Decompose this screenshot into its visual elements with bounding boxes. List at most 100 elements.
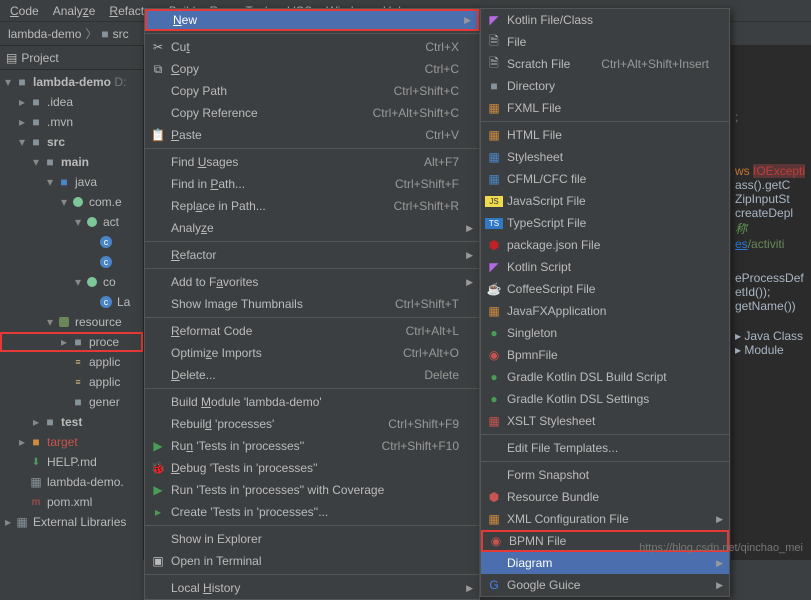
tree-cls1[interactable]: c xyxy=(0,232,143,252)
menu-copy-path[interactable]: Copy PathCtrl+Shift+C xyxy=(145,80,479,102)
new-gradle-kotlin-settings[interactable]: ●Gradle Kotlin DSL Settings xyxy=(481,388,729,410)
tree-mvn[interactable]: ▸■.mvn xyxy=(0,112,143,132)
new-stylesheet[interactable]: ▦Stylesheet xyxy=(481,146,729,168)
tree-test[interactable]: ▸■test xyxy=(0,412,143,432)
new-singleton[interactable]: ●Singleton xyxy=(481,322,729,344)
new-form-snapshot[interactable]: Form Snapshot xyxy=(481,464,729,486)
menu-rebuild[interactable]: Rebuild 'processes'Ctrl+Shift+F9 xyxy=(145,413,479,435)
new-pkgjson[interactable]: ⬢package.json File xyxy=(481,234,729,256)
npm-icon: ⬢ xyxy=(485,238,503,252)
css-icon: ▦ xyxy=(485,150,503,164)
new-js[interactable]: JSJavaScript File xyxy=(481,190,729,212)
breadcrumb-item[interactable]: src xyxy=(113,27,129,41)
new-kotlin-class[interactable]: ◤Kotlin File/Class xyxy=(481,9,729,31)
menu-optimize-imports[interactable]: Optimize ImportsCtrl+Alt+O xyxy=(145,342,479,364)
tree-proce[interactable]: ▸■proce xyxy=(0,332,143,352)
new-file[interactable]: 🗎File xyxy=(481,31,729,53)
menu-analyze[interactable]: Analyze xyxy=(47,2,102,20)
new-javafx[interactable]: ▦JavaFXApplication xyxy=(481,300,729,322)
menu-analyze[interactable]: Analyze▶ xyxy=(145,217,479,239)
new-bpmn[interactable]: ◉BpmnFile xyxy=(481,344,729,366)
breadcrumb-root[interactable]: lambda-demo xyxy=(8,27,81,41)
menu-show-thumbnails[interactable]: Show Image ThumbnailsCtrl+Shift+T xyxy=(145,293,479,315)
tree-iml[interactable]: ▦lambda-demo. xyxy=(0,472,143,492)
menu-find-in-path[interactable]: Find in Path...Ctrl+Shift+F xyxy=(145,173,479,195)
project-icon: ▤ xyxy=(6,51,17,65)
new-xml-config[interactable]: ▦XML Configuration File▶ xyxy=(481,508,729,530)
new-submenu: ◤Kotlin File/Class 🗎File 🗎Scratch FileCt… xyxy=(480,8,730,597)
kotlin-icon: ◤ xyxy=(485,260,503,274)
coffee-icon: ☕ xyxy=(485,282,503,296)
menu-open-terminal[interactable]: ▣Open in Terminal xyxy=(145,550,479,572)
singleton-icon: ● xyxy=(485,326,503,340)
new-fxml[interactable]: ▦FXML File xyxy=(481,97,729,119)
project-sidebar: ▤ Project ▾■lambda-demo D: ▸■.idea ▸■.mv… xyxy=(0,46,144,560)
new-html[interactable]: ▦HTML File xyxy=(481,124,729,146)
new-diagram[interactable]: Diagram▶ xyxy=(481,552,729,574)
context-menu: New▶ ✂CutCtrl+X ⧉CopyCtrl+C Copy PathCtr… xyxy=(144,8,480,600)
tree-extlib[interactable]: ▸▦External Libraries xyxy=(0,512,143,532)
menu-local-history[interactable]: Local History▶ xyxy=(145,577,479,599)
menu-cut[interactable]: ✂CutCtrl+X xyxy=(145,36,479,58)
cfml-icon: ▦ xyxy=(485,172,503,186)
menu-debug-tests[interactable]: 🐞Debug 'Tests in 'processes'' xyxy=(145,457,479,479)
watermark: https://blog.csdn.net/qinchao_mei xyxy=(639,542,803,554)
tree-java[interactable]: ▾■java xyxy=(0,172,143,192)
new-coffee[interactable]: ☕CoffeeScript File xyxy=(481,278,729,300)
menu-refactor[interactable]: Refactor▶ xyxy=(145,244,479,266)
menu-build-module[interactable]: Build Module 'lambda-demo' xyxy=(145,391,479,413)
menu-create-tests[interactable]: ▸Create 'Tests in 'processes''... xyxy=(145,501,479,523)
new-xslt[interactable]: ▦XSLT Stylesheet xyxy=(481,410,729,432)
new-cfml[interactable]: ▦CFML/CFC file xyxy=(481,168,729,190)
new-scratch[interactable]: 🗎Scratch FileCtrl+Alt+Shift+Insert xyxy=(481,53,729,75)
tree-applic2[interactable]: ≡applic xyxy=(0,372,143,392)
tree-help[interactable]: ⬇HELP.md xyxy=(0,452,143,472)
tree-cls2[interactable]: c xyxy=(0,252,143,272)
menu-delete[interactable]: Delete...Delete xyxy=(145,364,479,386)
folder-icon: ■ xyxy=(485,79,503,93)
paste-icon: 📋 xyxy=(149,128,167,142)
new-directory[interactable]: ■Directory xyxy=(481,75,729,97)
menu-find-usages[interactable]: Find UsagesAlt+F7 xyxy=(145,151,479,173)
tree-la[interactable]: cLa xyxy=(0,292,143,312)
fxml-icon: ▦ xyxy=(485,101,503,115)
file-icon: 🗎 xyxy=(485,32,503,53)
tree-applic1[interactable]: ≡applic xyxy=(0,352,143,372)
menu-run-coverage[interactable]: ▶Run 'Tests in 'processes'' with Coverag… xyxy=(145,479,479,501)
tree-pkg[interactable]: ▾com.e xyxy=(0,192,143,212)
menu-copy-reference[interactable]: Copy ReferenceCtrl+Alt+Shift+C xyxy=(145,102,479,124)
html-icon: ▦ xyxy=(485,128,503,142)
menu-copy[interactable]: ⧉CopyCtrl+C xyxy=(145,58,479,80)
tree-gener[interactable]: ■gener xyxy=(0,392,143,412)
menu-new[interactable]: New▶ xyxy=(145,9,479,31)
menu-run-tests[interactable]: ▶Run 'Tests in 'processes''Ctrl+Shift+F1… xyxy=(145,435,479,457)
tree-pom[interactable]: mpom.xml xyxy=(0,492,143,512)
new-google-guice[interactable]: GGoogle Guice▶ xyxy=(481,574,729,596)
tree-co[interactable]: ▾co xyxy=(0,272,143,292)
project-tree: ▾■lambda-demo D: ▸■.idea ▸■.mvn ▾■src ▾■… xyxy=(0,70,143,534)
menu-add-favorites[interactable]: Add to Favorites▶ xyxy=(145,271,479,293)
bundle-icon: ⬢ xyxy=(485,490,503,504)
menu-code[interactable]: Code xyxy=(4,2,45,20)
tree-main[interactable]: ▾■main xyxy=(0,152,143,172)
menu-paste[interactable]: 📋PasteCtrl+V xyxy=(145,124,479,146)
xslt-icon: ▦ xyxy=(485,414,503,428)
bpmn-icon: ◉ xyxy=(487,534,505,548)
new-ts[interactable]: TSTypeScript File xyxy=(481,212,729,234)
tree-src[interactable]: ▾■src xyxy=(0,132,143,152)
gradle-icon: ● xyxy=(485,392,503,406)
menu-replace-in-path[interactable]: Replace in Path...Ctrl+Shift+R xyxy=(145,195,479,217)
tree-idea[interactable]: ▸■.idea xyxy=(0,92,143,112)
tree-root[interactable]: ▾■lambda-demo D: xyxy=(0,72,143,92)
menu-show-explorer[interactable]: Show in Explorer xyxy=(145,528,479,550)
new-gradle-kotlin-build[interactable]: ●Gradle Kotlin DSL Build Script xyxy=(481,366,729,388)
edit-file-templates[interactable]: Edit File Templates... xyxy=(481,437,729,459)
new-kotlin-script[interactable]: ◤Kotlin Script xyxy=(481,256,729,278)
tree-res[interactable]: ▾resource xyxy=(0,312,143,332)
tree-target[interactable]: ▸■target xyxy=(0,432,143,452)
menu-reformat[interactable]: Reformat CodeCtrl+Alt+L xyxy=(145,320,479,342)
tree-act[interactable]: ▾act xyxy=(0,212,143,232)
scratch-icon: 🗎 xyxy=(485,54,503,75)
new-resource-bundle[interactable]: ⬢Resource Bundle xyxy=(481,486,729,508)
code-editor[interactable]: ; ws IOExcepti ass().getC ZipInputSt cre… xyxy=(731,46,811,560)
